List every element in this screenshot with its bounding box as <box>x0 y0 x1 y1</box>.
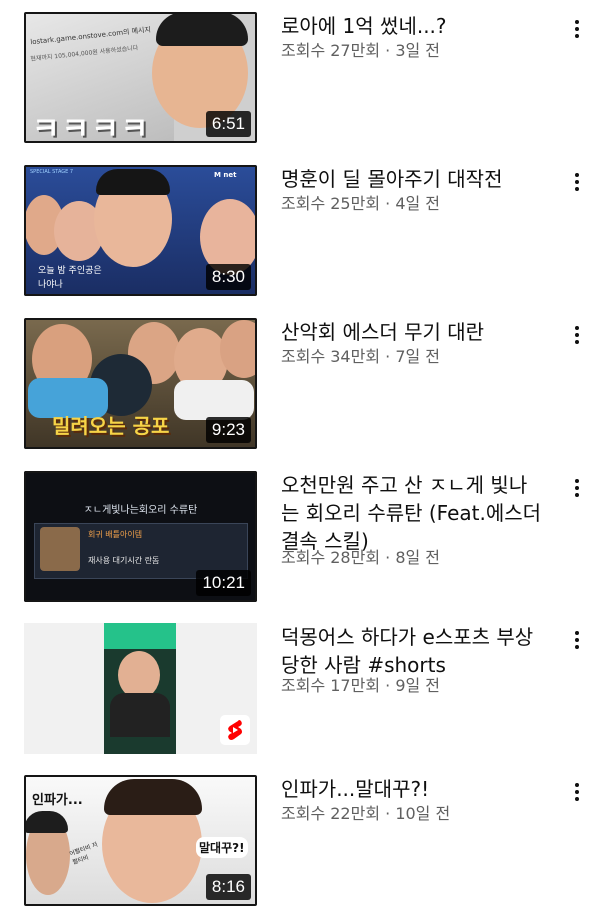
video-title[interactable]: 인파가...말대꾸?! <box>281 775 543 803</box>
video-thumbnail[interactable] <box>24 623 257 754</box>
thumb-caption: 인파가... <box>32 793 83 808</box>
video-title[interactable]: 오천만원 주고 산 ㅈㄴ게 빛나는 회오리 수류탄 (Feat.에스더 결속 스… <box>281 471 543 555</box>
video-thumbnail[interactable]: 밀려오는 공포 9:23 <box>24 318 257 449</box>
more-options-icon[interactable] <box>568 625 586 655</box>
thumb-caption: 오늘 밤 주인공은 <box>38 266 102 276</box>
video-meta: 조회수 34만회 · 7일 전 <box>281 347 441 366</box>
video-age: 4일 전 <box>395 194 441 213</box>
video-meta: 조회수 25만회 · 4일 전 <box>281 194 441 213</box>
video-duration: 6:51 <box>205 111 251 137</box>
video-views: 조회수 27만회 <box>281 41 381 60</box>
video-age: 7일 전 <box>395 347 441 366</box>
video-age: 8일 전 <box>395 548 441 567</box>
thumb-caption: 말대꾸?! <box>196 837 248 858</box>
video-duration: 8:30 <box>205 264 251 290</box>
more-options-icon[interactable] <box>568 14 586 44</box>
more-options-icon[interactable] <box>568 777 586 807</box>
more-options-icon[interactable] <box>568 320 586 350</box>
video-age: 3일 전 <box>395 41 441 60</box>
more-options-icon[interactable] <box>568 473 586 503</box>
thumb-caption: ㅋㅋㅋㅋ <box>32 112 151 143</box>
video-meta: 조회수 22만회 · 10일 전 <box>281 804 451 823</box>
video-thumbnail[interactable]: lostark.game.onstove.com의 메시지 현재까지 105,0… <box>24 12 257 143</box>
video-views: 조회수 28만회 <box>281 548 381 567</box>
video-views: 조회수 22만회 <box>281 804 381 823</box>
video-thumbnail[interactable]: SPECIAL STAGE 7 M net 오늘 밤 주인공은 나야나 8:30 <box>24 165 257 296</box>
thumb-caption: 재사용 대기시간 란돔 <box>88 556 160 565</box>
video-meta: 조회수 28만회 · 8일 전 <box>281 548 441 567</box>
video-title[interactable]: 덕몽어스 하다가 e스포츠 부상당한 사람 #shorts <box>281 623 543 679</box>
video-item[interactable]: lostark.game.onstove.com의 메시지 현재까지 105,0… <box>0 12 600 152</box>
video-title[interactable]: 산악회 에스더 무기 대란 <box>281 318 543 346</box>
video-item[interactable]: SPECIAL STAGE 7 M net 오늘 밤 주인공은 나야나 8:30… <box>0 165 600 305</box>
more-options-icon[interactable] <box>568 167 586 197</box>
video-duration: 10:21 <box>196 570 251 596</box>
video-age: 10일 전 <box>395 804 451 823</box>
thumb-caption: 회귀 배틀아이템 <box>88 530 143 539</box>
video-item[interactable]: 덕몽어스 하다가 e스포츠 부상당한 사람 #shorts 조회수 17만회 ·… <box>0 623 600 763</box>
thumb-caption: 어쩔티비 저쩔티비 <box>68 841 99 867</box>
video-thumbnail[interactable]: ㅈㄴ게빛나는회오리 수류탄 회귀 배틀아이템 재사용 대기시간 란돔 10:21 <box>24 471 257 602</box>
video-item[interactable]: 인파가... 말대꾸?! 어쩔티비 저쩔티비 8:16 인파가...말대꾸?! … <box>0 775 600 915</box>
video-meta: 조회수 27만회 · 3일 전 <box>281 41 441 60</box>
thumb-caption: SPECIAL STAGE 7 <box>30 169 74 175</box>
video-duration: 9:23 <box>205 417 251 443</box>
video-title[interactable]: 명훈이 딜 몰아주기 대작전 <box>281 165 543 193</box>
thumb-caption: M net <box>214 171 237 179</box>
video-views: 조회수 25만회 <box>281 194 381 213</box>
video-title[interactable]: 로아에 1억 썼네...? <box>281 12 543 40</box>
thumb-caption: 밀려오는 공포 <box>52 414 170 438</box>
video-duration: 8:16 <box>205 874 251 900</box>
video-item[interactable]: 밀려오는 공포 9:23 산악회 에스더 무기 대란 조회수 34만회 · 7일… <box>0 318 600 458</box>
shorts-icon <box>220 715 250 745</box>
video-views: 조회수 17만회 <box>281 676 381 695</box>
video-views: 조회수 34만회 <box>281 347 381 366</box>
video-meta: 조회수 17만회 · 9일 전 <box>281 676 441 695</box>
thumb-caption: 나야나 <box>38 280 63 290</box>
thumb-caption: ㅈㄴ게빛나는회오리 수류탄 <box>83 505 198 516</box>
video-thumbnail[interactable]: 인파가... 말대꾸?! 어쩔티비 저쩔티비 8:16 <box>24 775 257 906</box>
video-age: 9일 전 <box>395 676 441 695</box>
video-item[interactable]: ㅈㄴ게빛나는회오리 수류탄 회귀 배틀아이템 재사용 대기시간 란돔 10:21… <box>0 471 600 611</box>
